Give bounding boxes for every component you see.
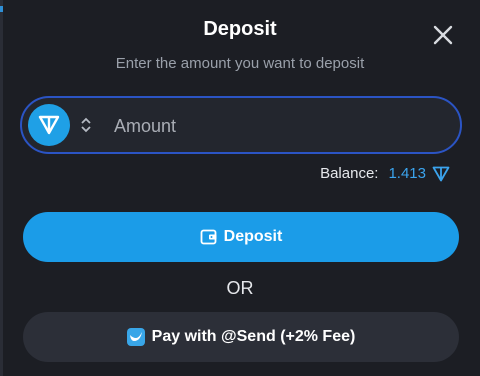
wallet-icon <box>200 229 217 245</box>
ton-icon <box>432 166 450 181</box>
amount-field[interactable] <box>20 96 462 154</box>
balance-value: 1.413 <box>388 165 426 182</box>
balance-row: Balance: 1.413 <box>320 165 450 182</box>
deposit-button-label: Deposit <box>223 228 283 245</box>
pay-with-send-button[interactable]: Pay with @Send (+2% Fee) <box>23 312 459 362</box>
send-bird-icon <box>126 328 145 346</box>
dialog-title: Deposit <box>203 18 277 40</box>
chevron-up-down-icon[interactable] <box>80 115 92 135</box>
dialog-subtitle: Enter the amount you want to deposit <box>115 55 365 72</box>
balance-label: Balance: <box>320 165 379 182</box>
amount-input[interactable] <box>112 108 446 144</box>
ton-logo-icon[interactable] <box>28 104 70 146</box>
pay-with-send-label: Pay with @Send (+2% Fee) <box>151 328 356 345</box>
close-button[interactable] <box>430 22 456 48</box>
or-divider: OR <box>226 278 254 298</box>
deposit-dialog: Deposit Enter the amount you want to dep… <box>0 0 480 376</box>
deposit-button[interactable]: Deposit <box>23 212 459 262</box>
left-edge-accent <box>0 6 3 12</box>
close-icon <box>433 25 453 45</box>
